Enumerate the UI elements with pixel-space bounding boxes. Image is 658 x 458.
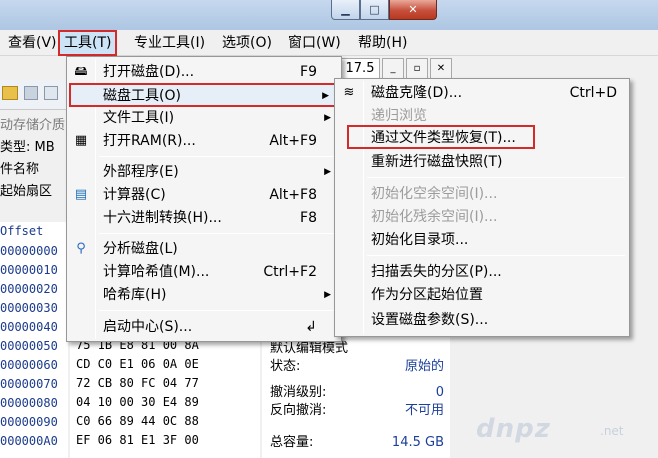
minimize-icon: ▁ (341, 3, 350, 16)
menu-hash-db[interactable]: 哈希库(H) ▶ (69, 284, 339, 306)
close-button[interactable]: ✕ (389, 0, 437, 20)
close-icon: ✕ (408, 3, 418, 16)
info-row-redo: 反向撤消: 不可用 (270, 400, 448, 422)
submenu-init-free[interactable]: 初始化空余空间(I)... (337, 183, 627, 205)
info-value: 原始的 (404, 359, 444, 374)
submenu-init-dir[interactable]: 初始化目录项... (337, 229, 627, 251)
maximize-button[interactable]: □ (360, 0, 389, 20)
title-bar (0, 0, 658, 30)
submenu-recursive[interactable]: 递归浏览 (337, 105, 627, 127)
media-label: 动存储介质 (0, 118, 66, 133)
menu-file-tools[interactable]: 文件工具(I) ▶ (69, 107, 339, 129)
toolbar (0, 80, 68, 110)
offset-cell: 00000080 (0, 396, 58, 410)
sector-label: 起始扇区 (0, 184, 53, 199)
submenu-recover-by-type[interactable]: 通过文件类型恢复(T)... (347, 125, 535, 149)
info-label: 撤消级别: (270, 385, 327, 400)
menu-window[interactable]: 窗口(W) (284, 30, 345, 56)
offset-cell: 00000070 (0, 377, 58, 391)
hex-row: EF 06 81 E1 3F 00 (76, 433, 199, 447)
folder-icon[interactable] (2, 86, 18, 100)
ram-icon: ▦ (74, 133, 88, 148)
offset-cell: 00000050 (0, 339, 58, 353)
offset-cell: 00000010 (0, 263, 58, 277)
menu-external[interactable]: 外部程序(E) ▶ (69, 161, 339, 183)
print-icon[interactable] (44, 86, 58, 100)
minimize-button[interactable]: ▁ (331, 0, 360, 20)
info-value: 不可用 (404, 403, 444, 418)
menu-hash[interactable]: 计算哈希值(M)... Ctrl+F2 (69, 261, 339, 283)
sub-minimize-button[interactable]: _ (382, 58, 404, 80)
menu-open-ram[interactable]: ▦ 打开RAM(R)... Alt+F9 (69, 130, 339, 152)
menu-bar: 查看(V) 工具(T) 专业工具(I) 选项(O) 窗口(W) 帮助(H) (0, 30, 658, 56)
submenu-as-partition[interactable]: 作为分区起始位置 (337, 284, 627, 306)
submenu-arrow-icon: ▶ (322, 91, 329, 101)
menu-disk-tools[interactable]: 磁盘工具(O) ▶ (69, 83, 339, 107)
offset-cell: 00000090 (0, 415, 58, 429)
info-label: 状态: (270, 359, 301, 374)
zoom-field[interactable]: 17.5 (340, 58, 380, 80)
menu-analyze[interactable]: ⚲ 分析磁盘(L) (69, 238, 339, 260)
type-label: 类型: MB (0, 140, 55, 155)
menu-pro-tools[interactable]: 专业工具(I) (130, 30, 209, 56)
menu-options[interactable]: 选项(O) (218, 30, 276, 56)
offset-cell: 00000000 (0, 244, 58, 258)
maximize-icon: □ (369, 3, 380, 16)
info-label: 反向撤消: (270, 403, 327, 418)
watermark-logo: dnpz (476, 414, 551, 444)
info-value: 14.5 GB (391, 435, 444, 450)
info-label: 总容量: (270, 435, 314, 450)
offset-column: Offset 00000000 00000010 00000020 000000… (0, 222, 68, 458)
menu-open-disk[interactable]: 🖴 打开磁盘(D)... F9 (69, 61, 339, 83)
offset-header: Offset (0, 224, 44, 238)
info-row-status: 状态: 原始的 (270, 356, 448, 378)
submenu-arrow-icon: ▶ (324, 167, 331, 177)
submenu-snapshot[interactable]: 重新进行磁盘快照(T) (337, 151, 627, 173)
menu-calculator[interactable]: ▤ 计算器(C) Alt+F8 (69, 184, 339, 206)
calculator-icon: ▤ (74, 187, 88, 202)
watermark-suffix: .net (600, 424, 624, 438)
submenu-init-slack[interactable]: 初始化残余空间(I)... (337, 206, 627, 228)
submenu-scan-lost[interactable]: 扫描丢失的分区(P)... (337, 261, 627, 283)
hex-row: 04 10 00 30 E4 89 (76, 395, 199, 409)
hex-row: 72 CB 80 FC 04 77 (76, 376, 199, 390)
save-icon[interactable] (24, 86, 38, 100)
menu-tools[interactable]: 工具(T) (58, 30, 118, 56)
sub-restore-button[interactable]: ▫ (406, 58, 428, 80)
submenu-clone[interactable]: ≋ 磁盘克隆(D)... Ctrl+D (337, 82, 627, 104)
menu-start-center[interactable]: 启动中心(S)... ↲ (69, 316, 339, 338)
magnifier-icon: ⚲ (76, 241, 86, 256)
submenu-arrow-icon: ▶ (324, 290, 331, 300)
submenu-set-params[interactable]: 设置磁盘参数(S)... (337, 309, 627, 331)
disk-tools-submenu: ≋ 磁盘克隆(D)... Ctrl+D 递归浏览 通过文件类型恢复(T)... 重… (334, 78, 630, 337)
tools-menu: 🖴 打开磁盘(D)... F9 磁盘工具(O) ▶ 文件工具(I) ▶ ▦ 打开RAM… (66, 56, 342, 342)
offset-cell: 00000040 (0, 320, 58, 334)
hex-row: CD C0 E1 06 0A 0E (76, 357, 199, 371)
offset-cell: 00000060 (0, 358, 58, 372)
name-label: 件名称 (0, 162, 40, 177)
disk-stack-icon: ≋ (343, 85, 355, 100)
menu-hex-convert[interactable]: 十六进制转换(H)... F8 (69, 207, 339, 229)
info-panel: 默认编辑模式 状态: 原始的 撤消级别: 0 反向撤消: 不可用 总容量: 14… (262, 336, 450, 458)
sub-close-button[interactable]: ✕ (430, 58, 452, 80)
menu-view[interactable]: 查看(V) (4, 30, 61, 56)
offset-cell: 000000A0 (0, 434, 58, 448)
offset-cell: 00000030 (0, 301, 58, 315)
menu-help[interactable]: 帮助(H) (354, 30, 411, 56)
hex-view[interactable]: 75 1B E8 81 00 8A CD C0 E1 06 0A 0E 72 C… (70, 336, 260, 458)
disk-icon: 🖴 (74, 64, 88, 79)
hex-row: C0 66 89 44 0C 88 (76, 414, 199, 428)
submenu-arrow-icon: ▶ (324, 113, 331, 123)
offset-cell: 00000020 (0, 282, 58, 296)
info-row-capacity: 总容量: 14.5 GB (270, 432, 448, 454)
